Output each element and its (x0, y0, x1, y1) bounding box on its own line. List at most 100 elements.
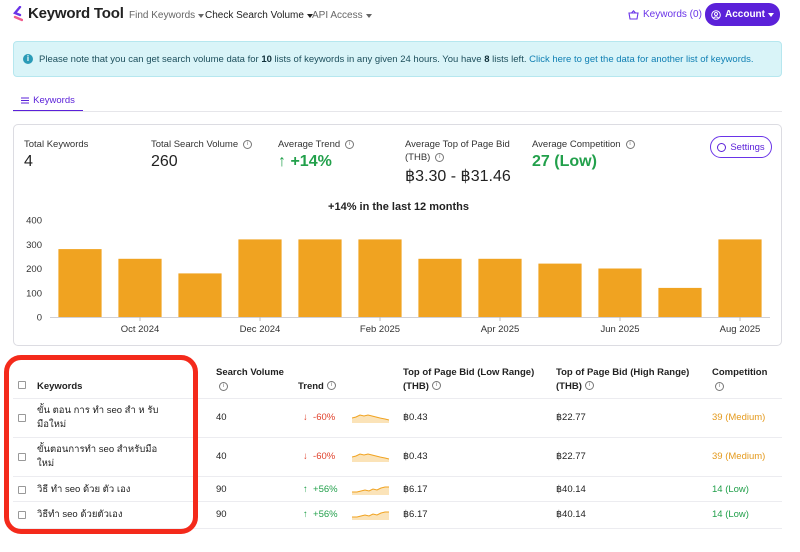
help-icon[interactable]: i (327, 381, 336, 390)
row-checkbox[interactable] (18, 453, 26, 461)
stat-average-competition: Average Competition i 27 (Low) (532, 138, 635, 171)
keywords-basket-link[interactable]: Keywords (0) (628, 9, 702, 20)
x-tick-label: Aug 2025 (720, 324, 761, 335)
col-header-competition[interactable]: Competition (712, 366, 767, 379)
user-icon (711, 9, 721, 20)
row-divider (13, 501, 782, 502)
row-checkbox[interactable] (18, 511, 26, 519)
gear-icon (717, 142, 727, 152)
bar: Sep 2024: 280 (58, 249, 102, 317)
help-icon[interactable]: i (435, 153, 445, 162)
tab-divider (13, 111, 782, 112)
help-icon[interactable]: i (625, 140, 635, 149)
stat-label-row: Total Search Volume i (151, 138, 253, 151)
help-icon[interactable]: i (432, 381, 441, 390)
stat-value: 27 (Low) (532, 153, 597, 170)
stat-average-trend: Average Trend i ↑ +14% (278, 138, 355, 171)
bar: May 2025: 220 (538, 263, 582, 317)
bid-high-value: ฿40.14 (556, 484, 586, 495)
col-header-keywords[interactable]: Keywords (37, 380, 82, 393)
keyword-text[interactable]: ขั้นตอนการทำ seo สำหรับมือ (37, 443, 157, 457)
search-volume-value: 90 (216, 484, 227, 495)
sparkline-area (352, 487, 389, 495)
row-checkbox[interactable] (18, 414, 26, 422)
bid-high-value: ฿40.14 (556, 509, 586, 520)
account-label: Account (725, 9, 765, 20)
trend-sparkline (352, 486, 389, 495)
notice-text-part: lists of keywords in any given 24 hours.… (271, 53, 485, 65)
sparkline-area (352, 512, 389, 520)
keyword-text[interactable]: วิธีทำ seo ด้วยตัวเอง (37, 508, 123, 522)
help-icon[interactable]: i (345, 140, 355, 149)
help-icon[interactable]: i (219, 382, 228, 391)
stat-label: Average Trend (278, 139, 341, 150)
help-icon[interactable]: i (585, 381, 594, 390)
notice-text-part: lists left. (489, 53, 530, 65)
bid-low-value: ฿0.43 (403, 451, 428, 462)
nav-check-search-volume[interactable]: Check Search Volume (205, 10, 313, 21)
trend-value: ↑ +56% (303, 509, 338, 520)
x-tick-label: Oct 2024 (121, 324, 160, 335)
logo[interactable]: Keyword Tool (13, 5, 124, 22)
stat-label: Average Top of Page Bid (405, 139, 510, 150)
competition-value: 39 (Medium) (712, 412, 766, 423)
stat-total-search-volume: Total Search Volume i 260 (151, 138, 253, 171)
search-limit-notice: i Please note that you can get search vo… (13, 41, 782, 77)
stats-card: Total Keywords 4 Total Search Volume i 26… (13, 124, 782, 346)
col-header-trend[interactable]: Trend (298, 380, 324, 393)
y-tick-label: 200 (26, 264, 42, 275)
nav-find-keywords[interactable]: Find Keywords (129, 10, 205, 21)
stat-value: 4 (24, 153, 33, 170)
competition-value: 14 (Low) (712, 509, 749, 520)
bar: Jul 2025: 120 (658, 287, 702, 317)
help-icon[interactable]: i (715, 382, 724, 391)
search-volume-value: 90 (216, 509, 227, 520)
search-volume-value: 40 (216, 412, 227, 423)
y-tick-label: 400 (26, 216, 42, 227)
get-more-data-link[interactable]: Click here to get the data for another l… (529, 54, 753, 65)
x-tick-label: Dec 2024 (240, 324, 281, 335)
top-nav: Keyword Tool Find Keywords Check Search … (0, 0, 800, 31)
row-divider (13, 437, 782, 438)
settings-button[interactable]: Settings (710, 136, 772, 158)
col-header-bid-low-unit: (THB) (403, 381, 429, 392)
chevron-down-icon (198, 13, 205, 18)
trend-sparkline (352, 453, 390, 462)
bid-low-value: ฿6.17 (403, 509, 428, 520)
info-icon: i (23, 54, 33, 64)
stat-label: (THB) (405, 152, 431, 163)
keyword-text-continued: มือใหม่ (37, 419, 67, 430)
stat-value: ↑ +14% (278, 153, 332, 170)
row-divider (13, 528, 782, 529)
y-tick-label: 100 (26, 288, 42, 299)
keyword-text[interactable]: วิธี ทำ seo ด้วย ตัว เอง (37, 483, 130, 497)
stat-value: ฿3.30 - ฿31.46 (405, 168, 511, 185)
help-icon[interactable]: i (243, 140, 253, 149)
col-header-bid-low[interactable]: Top of Page Bid (Low Range) (403, 366, 534, 379)
competition-value: 14 (Low) (712, 484, 749, 495)
settings-label: Settings (730, 141, 765, 153)
bar: Apr 2025: 240 (478, 258, 522, 317)
col-header-bid-high[interactable]: Top of Page Bid (High Range) (556, 366, 689, 379)
keyword-text[interactable]: ขั้น ตอน การ ทำ seo สำ ห รับ (37, 404, 158, 418)
trend-value: ↑ +56% (303, 484, 338, 495)
notice-text: Please note that you can get search volu… (39, 54, 754, 65)
select-all-checkbox[interactable] (18, 381, 26, 389)
stat-label: Average Competition (532, 139, 621, 150)
stat-label: Total Search Volume (151, 139, 239, 150)
bar: Mar 2025: 240 (418, 258, 462, 317)
tab-keywords-label: Keywords (33, 94, 75, 106)
bar: Jan 2025: 320 (298, 239, 342, 317)
row-checkbox[interactable] (18, 486, 26, 494)
nav-check-search-volume-label: Check Search Volume (205, 10, 304, 21)
trend-sparkline (352, 511, 389, 520)
stat-label-row: Average Competition i (532, 138, 635, 151)
col-header-search-volume[interactable]: Search Volume (216, 366, 284, 379)
trend-bar-chart: 0 100 200 300 400 Sep 2024: 280 Oct 2024: 240 N… (26, 216, 770, 335)
nav-api-access[interactable]: API Access (312, 10, 372, 21)
account-button[interactable]: Account (705, 3, 780, 26)
bar: Nov 2024: 180 (178, 273, 222, 317)
search-volume-value: 40 (216, 451, 227, 462)
tab-keywords[interactable]: Keywords (13, 90, 83, 112)
trend-value: ↓ -60% (303, 412, 336, 423)
